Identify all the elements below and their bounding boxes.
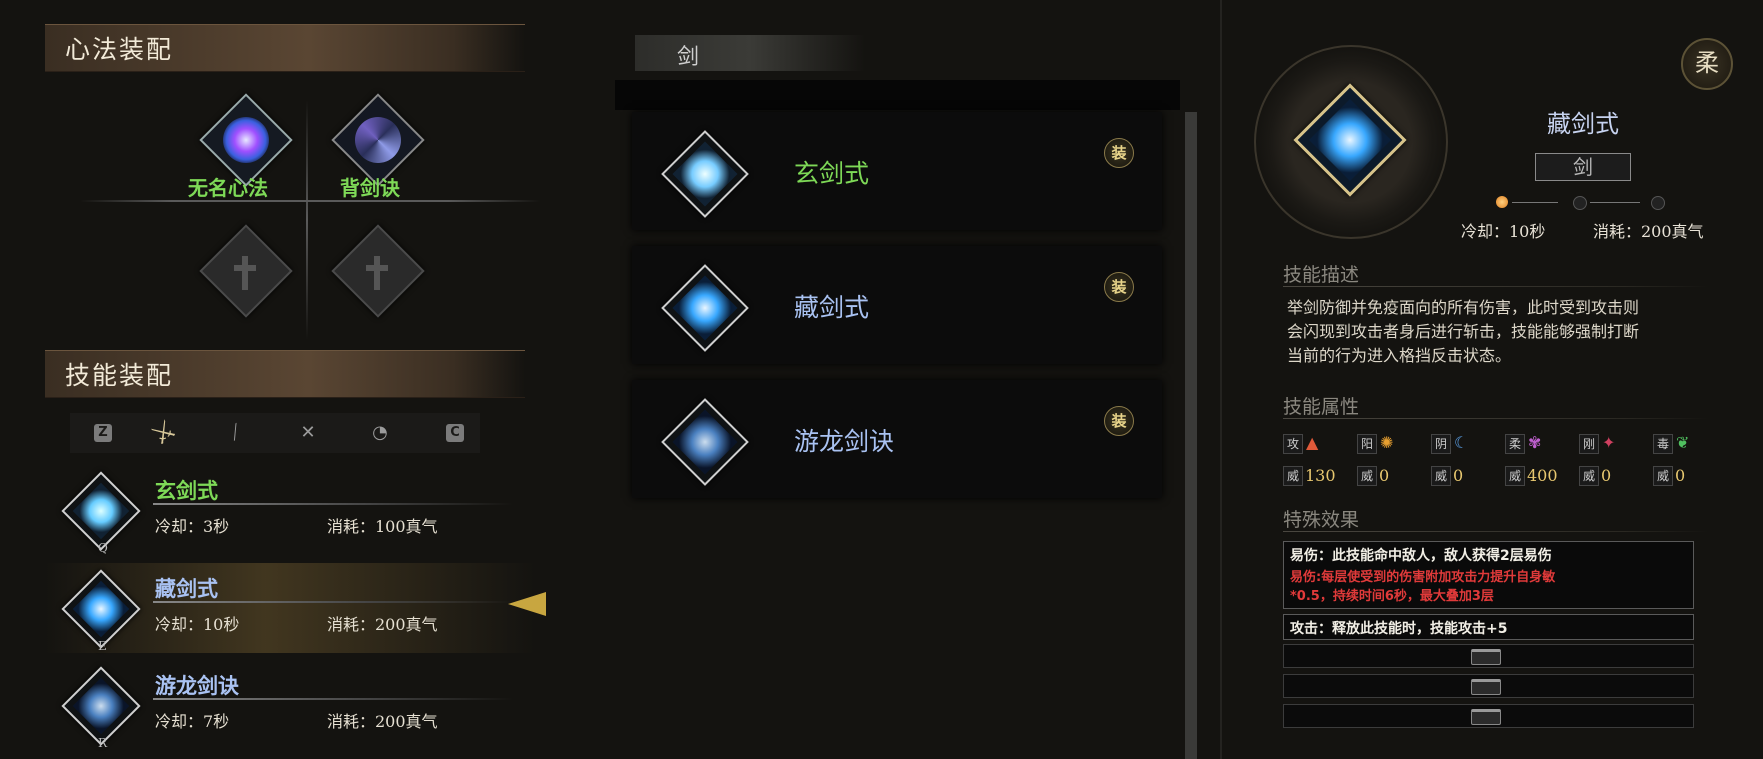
equipped-badge: 装	[1104, 272, 1134, 302]
skill-icon-frame	[61, 569, 141, 649]
equipped-badge: 装	[1104, 406, 1134, 436]
selected-skill-cost: 消耗：200真气	[1593, 222, 1704, 241]
hotkey-label: E	[98, 639, 107, 653]
effect-slot-locked[interactable]	[1283, 704, 1694, 728]
skill-name: 游龙剑诀	[155, 674, 239, 698]
attr-poison: 毒 ❦	[1653, 433, 1689, 454]
attr-soft-value: 威 400	[1505, 466, 1558, 486]
lock-icon	[1471, 679, 1501, 695]
wind-swirl-icon	[345, 107, 411, 173]
attr-yang: 阳 ✺	[1357, 433, 1393, 454]
attr-attack-value: 威 130	[1283, 466, 1336, 486]
sun-icon: ✺	[1380, 433, 1394, 452]
heart-slot-3[interactable]	[190, 220, 300, 330]
selected-skill-cooldown: 冷却：10秒	[1461, 222, 1546, 241]
leaping-swordsman-icon	[72, 482, 130, 540]
effect-slot-locked[interactable]	[1283, 644, 1694, 668]
dual-blades-icon[interactable]: ✕	[294, 419, 322, 447]
skill-cost: 消耗：200真气	[327, 712, 438, 731]
dragon-swirl-icon	[72, 677, 130, 735]
blue-whirl-icon	[672, 275, 738, 341]
heart-method-title: 心法装配	[65, 35, 174, 64]
attr-hard: 刚 ✦	[1579, 433, 1615, 454]
flower-icon: ✾	[1528, 433, 1542, 452]
poison-leaf-icon: ❦	[1676, 433, 1690, 452]
skill-icon-frame	[661, 398, 749, 486]
empty-slot-cross-icon	[242, 256, 248, 290]
skill-name: 藏剑式	[155, 577, 218, 601]
skill-icon-frame	[661, 130, 749, 218]
attr-yang-value: 威 0	[1357, 466, 1389, 486]
skill-loadout-title: 技能装配	[65, 361, 174, 390]
weapon-category-header: 剑	[635, 35, 865, 71]
skill-cost: 消耗：100真气	[327, 517, 438, 536]
skill-cooldown: 冷却：7秒	[155, 712, 230, 731]
attributes-title: 技能属性	[1283, 396, 1360, 418]
selected-skill-name: 藏剑式	[1547, 110, 1619, 138]
skill-card-name: 游龙剑诀	[794, 427, 895, 456]
panel-divider	[1220, 0, 1222, 759]
skill-icon-frame	[61, 666, 141, 746]
skill-name: 玄剑式	[155, 479, 218, 503]
fan-icon[interactable]: ◔	[366, 419, 394, 447]
star-icon: ✦	[1602, 433, 1616, 452]
attr-soft: 柔 ✾	[1505, 433, 1541, 454]
flame-icon	[213, 107, 279, 173]
selection-arrow-icon	[508, 592, 546, 616]
weapon-category-label: 剑	[677, 45, 700, 70]
skill-card-xuanjian[interactable]: 玄剑式 装	[632, 112, 1162, 230]
c-key-icon[interactable]: C	[446, 424, 464, 442]
heart-grid-divider-horizontal	[80, 200, 540, 202]
skill-card-youlong[interactable]: 游龙剑诀 装	[632, 380, 1162, 498]
skill-list-scrollbar[interactable]	[1185, 112, 1197, 759]
level-dot-3	[1651, 196, 1665, 210]
skill-cooldown: 冷却：3秒	[155, 517, 230, 536]
moon-icon: ☾	[1454, 433, 1469, 452]
skill-slot-r[interactable]: R 游龙剑诀 冷却：7秒 消耗：200真气	[45, 660, 535, 750]
blue-whirl-icon	[72, 580, 130, 638]
hotkey-label: Q	[98, 541, 108, 555]
skill-icon-frame	[61, 471, 141, 551]
heart-name: 无名心法	[188, 176, 268, 200]
saber-icon[interactable]: ⟋	[217, 414, 256, 453]
skill-cooldown: 冷却：10秒	[155, 615, 240, 634]
leaping-swordsman-icon	[672, 141, 738, 207]
effect-vulnerability[interactable]: 易伤：此技能命中敌人，敌人获得2层易伤 易伤:每层使受到的伤害附加攻击力提升自身…	[1283, 541, 1694, 609]
equipped-badge: 装	[1104, 138, 1134, 168]
description-title: 技能描述	[1283, 264, 1360, 286]
skill-description: 举剑防御并免疫面向的所有伤害，此时受到攻击则 会闪现到攻击者身后进行斩击，技能能…	[1287, 298, 1640, 365]
effect-slot-locked[interactable]	[1283, 674, 1694, 698]
attack-flame-icon: ▲	[1306, 433, 1319, 452]
lock-icon	[1471, 649, 1501, 665]
attr-hard-value: 威 0	[1579, 466, 1611, 486]
weapon-tab-bar: Z ⚔ ⟋ ✕ ◔ C	[70, 413, 480, 453]
attr-yin: 阴 ☾	[1431, 433, 1468, 454]
attr-poison-value: 威 0	[1653, 466, 1685, 486]
heart-name: 背剑诀	[340, 176, 400, 200]
skill-slot-q[interactable]: Q 玄剑式 冷却：3秒 消耗：100真气	[45, 465, 535, 555]
effects-title: 特殊效果	[1283, 509, 1360, 531]
attr-yin-value: 威 0	[1431, 466, 1463, 486]
effect-attack-bonus[interactable]: 攻击：释放此技能时，技能攻击+5	[1283, 614, 1694, 640]
skill-card-name: 玄剑式	[794, 159, 870, 188]
lock-icon	[1471, 709, 1501, 725]
skill-icon-frame	[661, 264, 749, 352]
dragon-swirl-icon	[672, 409, 738, 475]
skill-slot-e[interactable]: E 藏剑式 冷却：10秒 消耗：200真气	[45, 563, 535, 653]
heart-grid-divider-vertical	[306, 100, 308, 340]
style-badge: 柔	[1681, 38, 1733, 90]
attr-attack: 攻 ▲	[1283, 433, 1318, 454]
weapon-type-box: 剑	[1535, 153, 1631, 181]
level-dot-2	[1573, 196, 1587, 210]
skill-card-cangjian[interactable]: 藏剑式 装	[632, 246, 1162, 364]
z-key-icon[interactable]: Z	[94, 424, 112, 442]
skill-card-name: 藏剑式	[794, 293, 870, 322]
sword-icon[interactable]: ⚔	[145, 414, 184, 453]
level-dot-1	[1496, 196, 1508, 208]
heart-slot-4[interactable]	[325, 220, 435, 330]
hotkey-label: R	[98, 736, 108, 750]
list-top-bar	[615, 80, 1180, 110]
skill-cost: 消耗：200真气	[327, 615, 438, 634]
empty-slot-cross-icon	[374, 256, 380, 290]
